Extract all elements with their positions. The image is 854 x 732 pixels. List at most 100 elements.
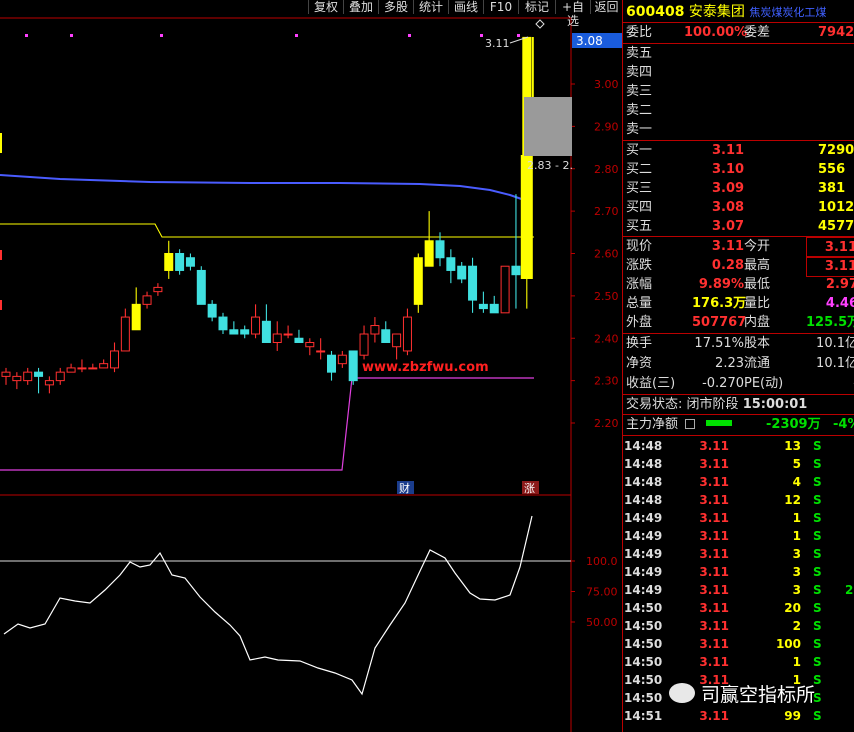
buy-level-vol: 556 [818, 162, 846, 177]
toolbar-btn-7[interactable]: +自选 [555, 0, 590, 28]
tick-side: S [813, 493, 822, 507]
tick-extra: 2 [845, 583, 854, 597]
toolbar-btn-6[interactable]: 标记 [518, 0, 555, 14]
wb-label: 委比 [626, 25, 653, 40]
quote-label: 涨跌 [626, 258, 653, 273]
tick-side: S [813, 457, 822, 471]
candle [316, 338, 326, 360]
tick-volume: 1 [792, 655, 801, 669]
tick-side: S [813, 439, 822, 453]
tick-row: 14:49 3.11 3 S [623, 564, 854, 582]
tick-row: 14:49 3.11 1 S [623, 528, 854, 546]
tick-price: 3.11 [699, 583, 729, 597]
fund-row: 收益(三) -0.270PE(动) - [626, 374, 854, 393]
tick-volume: 100 [775, 637, 801, 651]
gap-rect [524, 97, 572, 156]
tick-row: 14:50 3.11 2 S [623, 618, 854, 636]
sell-level-label: 卖三 [626, 84, 653, 99]
candles [1, 36, 572, 394]
quote-value: 3.11 [806, 256, 854, 277]
sell-level-row: 卖四 [626, 63, 854, 82]
tick-side: S [813, 511, 822, 525]
price-tick: 3.00 [594, 78, 619, 91]
wechat-icon [669, 683, 695, 703]
wb-value: 100.00% [684, 25, 748, 40]
quote-row: 涨跌 0.28 最高 3.11 [626, 256, 854, 277]
toolbar-btn-4[interactable]: 画线 [448, 0, 483, 14]
list-icon[interactable] [685, 419, 696, 429]
candle [66, 363, 76, 373]
candle [142, 291, 152, 309]
tick-row: 14:50 3.11 20 S [623, 600, 854, 618]
tick-time: 14:49 [624, 547, 663, 561]
status-time: 15:00:01 [742, 397, 808, 412]
buy-level-vol: 72900 [818, 143, 854, 158]
tick-time: 14:51 [624, 709, 663, 723]
status-value: 闭市阶段 [686, 397, 739, 412]
tick-side: S [813, 565, 822, 579]
buy-level-label: 买一 [626, 143, 653, 158]
tick-price: 3.11 [699, 439, 729, 453]
tick-volume: 13 [784, 439, 801, 453]
toolbar-btn-8[interactable]: 返回 [590, 0, 622, 14]
tick-time: 14:48 [624, 493, 663, 507]
kline-chart[interactable]: 3.00 2.90 2.80 2.70 2.60 2.50 2.40 2.30 2.20 100… [0, 0, 622, 732]
candle [251, 304, 261, 339]
price-tick: 2.40 [594, 332, 619, 345]
candle [44, 376, 54, 394]
candle [55, 367, 65, 385]
quote-value: 3.11 [711, 239, 744, 254]
tick-time: 14:49 [624, 583, 663, 597]
candle [110, 342, 119, 373]
indicator-line [3, 515, 533, 696]
tick-price: 3.11 [699, 709, 729, 723]
wc-value: 79426 [818, 25, 854, 40]
tick-volume: 1 [792, 511, 801, 525]
tick-time: 14:50 [624, 601, 663, 615]
toolbar-btn-3[interactable]: 统计 [413, 0, 448, 14]
order-ratio-row: 委比 100.00% 委差 79426 [626, 23, 854, 42]
tick-time: 14:48 [624, 475, 663, 489]
quote-row: 现价 3.11 今开 3.11 [626, 237, 854, 258]
tick-volume: 4 [792, 475, 801, 489]
candle [261, 304, 271, 343]
quote-panel: 600408 安泰集团 焦炭煤炭化工煤 委比 100.00% 委差 79426 … [622, 0, 854, 732]
tick-price: 3.11 [699, 475, 729, 489]
toolbar-btn-1[interactable]: 叠加 [343, 0, 378, 14]
fund-label: 换手 [626, 336, 653, 351]
tick-row: 14:50 3.11 1 S [623, 654, 854, 672]
tick-time: 14:49 [624, 529, 663, 543]
watermark: 司赢空指标所 [669, 680, 854, 710]
main-flow-label: 主力净额 [626, 417, 679, 432]
tick-row: 14:49 3.11 1 S [623, 510, 854, 528]
stock-code: 600408 [626, 4, 685, 20]
price-tick: 2.80 [594, 163, 619, 176]
toolbar-btn-0[interactable]: 复权 [308, 0, 343, 14]
tick-volume: 12 [784, 493, 801, 507]
toolbar-btn-5[interactable]: F10 [483, 0, 518, 14]
candle [272, 321, 282, 351]
buy-level-price: 3.07 [712, 219, 745, 234]
candle [34, 367, 44, 394]
tick-time: 14:50 [624, 655, 663, 669]
quote-value: 4.46 [825, 296, 854, 311]
tick-price: 3.11 [699, 457, 729, 471]
tick-volume: 2 [792, 619, 801, 633]
tick-volume: 5 [792, 457, 801, 471]
toolbar-btn-2[interactable]: 多股 [378, 0, 413, 14]
quote-label: 总量 [626, 296, 653, 311]
fund-label: PE(动) [744, 376, 784, 391]
sell-level-label: 卖四 [626, 65, 653, 80]
main-flow-pct: -4% [833, 417, 854, 432]
quote-label: 今开 [744, 239, 771, 254]
candle [294, 329, 304, 343]
fund-row: 换手 17.51% 股本 10.1亿 [626, 334, 854, 353]
tick-side: S [813, 583, 822, 597]
candle [424, 211, 434, 267]
quote-label: 最低 [744, 277, 771, 292]
quote-value: 9.89% [698, 277, 744, 292]
fund-value: -0.270 [702, 376, 744, 391]
fund-value: 2.23 [715, 356, 744, 371]
indicator-tick: 75.00 [586, 586, 618, 599]
buy-level-price: 3.10 [712, 162, 745, 177]
